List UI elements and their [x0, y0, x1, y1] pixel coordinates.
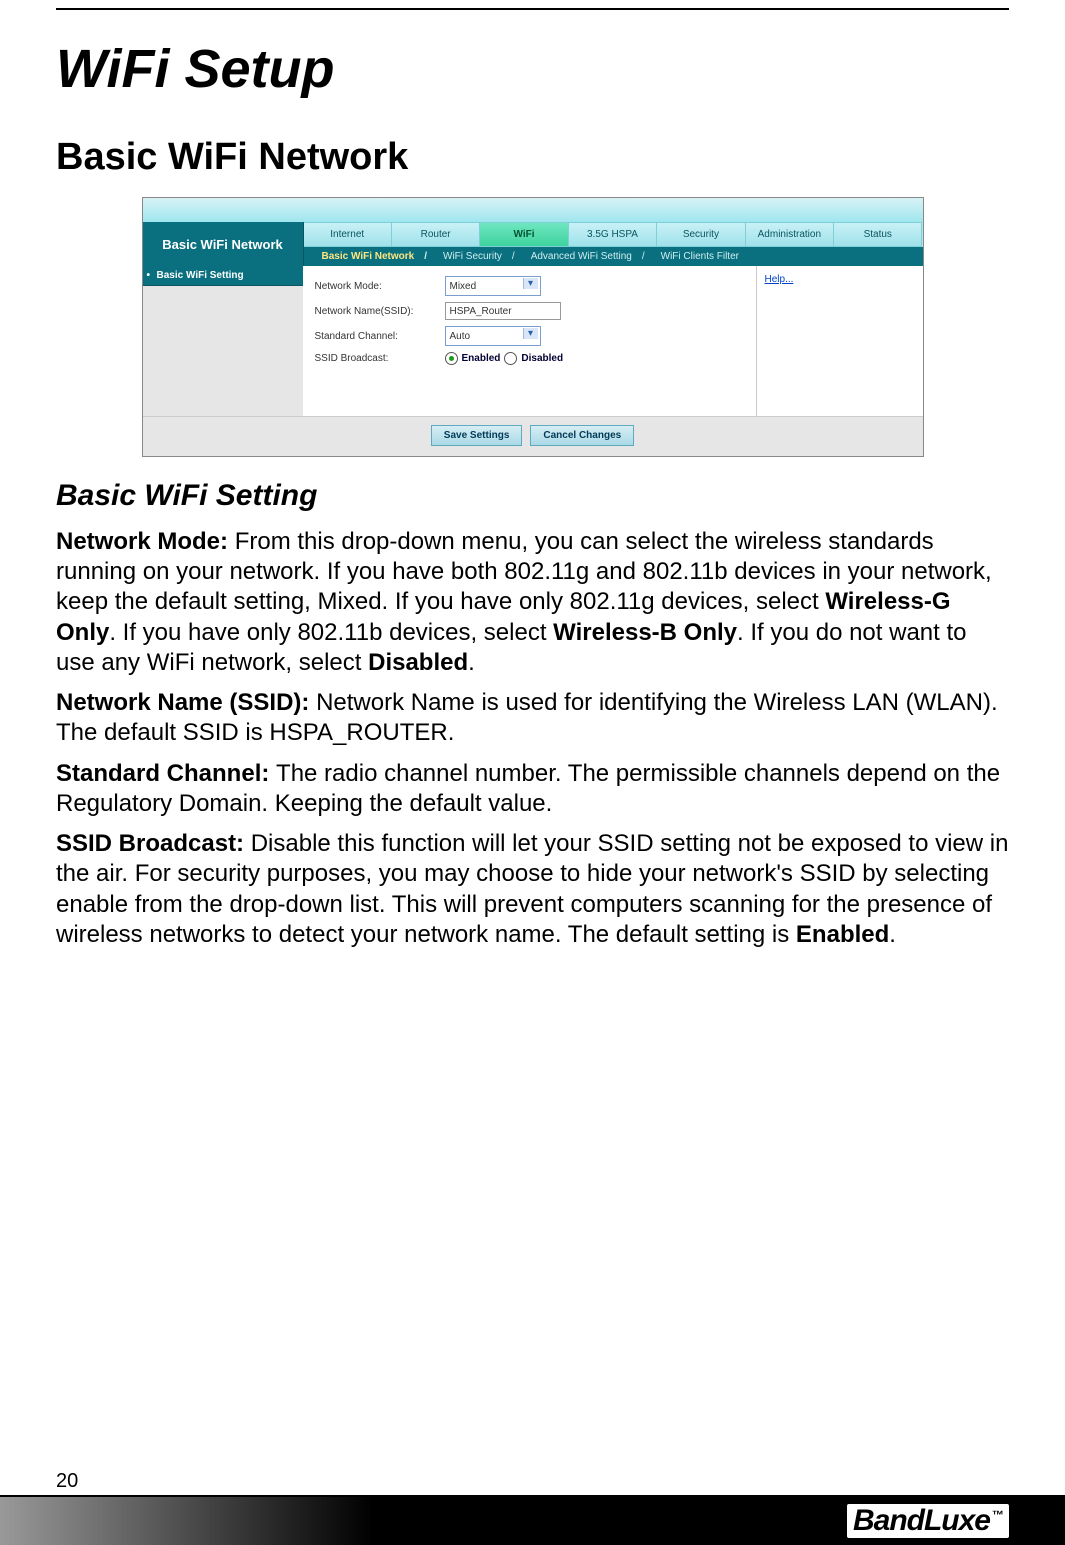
main-tab-row: Internet Router WiFi 3.5G HSPA Security … [304, 222, 923, 247]
lead-network-mode: Network Mode: [56, 528, 235, 555]
brand-tm: ™ [992, 1508, 1003, 1522]
router-header: Basic WiFi Network Internet Router WiFi … [143, 222, 923, 266]
router-footer: Save Settings Cancel Changes [143, 416, 923, 456]
router-sidebar: Basic WiFi Setting [143, 266, 303, 416]
lead-ssid: Network Name (SSID): [56, 689, 316, 716]
subtab-wifi-security[interactable]: WiFi Security [435, 251, 523, 262]
router-body: Basic WiFi Setting Network Mode: Mixed N… [143, 266, 923, 416]
router-form: Network Mode: Mixed Network Name(SSID): … [303, 266, 756, 416]
subtab-wifi-clients-filter[interactable]: WiFi Clients Filter [653, 251, 747, 262]
tab-wifi[interactable]: WiFi [480, 222, 568, 247]
tab-hspa[interactable]: 3.5G HSPA [569, 222, 657, 247]
save-settings-button[interactable]: Save Settings [431, 425, 523, 446]
router-panel-title: Basic WiFi Network [143, 222, 304, 266]
radio-disabled[interactable] [504, 352, 517, 365]
subtab-basic-wifi-network[interactable]: Basic WiFi Network [314, 251, 436, 262]
text-p4b: . [889, 921, 896, 948]
tab-router[interactable]: Router [392, 222, 480, 247]
page-number: 20 [0, 1470, 1065, 1495]
router-tabs-area: Internet Router WiFi 3.5G HSPA Security … [304, 222, 923, 266]
lead-channel: Standard Channel: [56, 760, 276, 787]
bold-enabled: Enabled [796, 921, 889, 948]
sidebar-item-basic-wifi-setting[interactable]: Basic WiFi Setting [143, 266, 303, 286]
cancel-changes-button[interactable]: Cancel Changes [530, 425, 634, 446]
router-top-strip [143, 198, 923, 222]
lead-broadcast: SSID Broadcast: [56, 830, 251, 857]
radio-disabled-label: Disabled [521, 353, 563, 364]
section-title: Basic WiFi Network [56, 136, 1009, 179]
label-ssid-broadcast: SSID Broadcast: [315, 353, 445, 364]
select-network-mode[interactable]: Mixed [445, 276, 541, 296]
tab-administration[interactable]: Administration [746, 222, 834, 247]
subsection-title: Basic WiFi Setting [56, 479, 1009, 513]
radio-group-ssid-broadcast: Enabled Disabled [445, 352, 564, 365]
help-link[interactable]: Help... [765, 274, 794, 285]
brand-text: BandLuxe [853, 1504, 990, 1537]
chapter-title: WiFi Setup [56, 38, 1009, 100]
sub-tab-row: Basic WiFi Network WiFi Security Advance… [304, 247, 923, 266]
tab-internet[interactable]: Internet [304, 222, 392, 247]
input-ssid[interactable]: HSPA_Router [445, 302, 561, 320]
tab-status[interactable]: Status [834, 222, 922, 247]
label-channel: Standard Channel: [315, 331, 445, 342]
radio-enabled[interactable] [445, 352, 458, 365]
select-channel[interactable]: Auto [445, 326, 541, 346]
paragraph-broadcast: SSID Broadcast: Disable this function wi… [56, 829, 1009, 950]
brand-logo: BandLuxe™ [847, 1504, 1009, 1538]
radio-enabled-label: Enabled [462, 353, 501, 364]
router-help-panel: Help... [756, 266, 923, 416]
subtab-advanced-wifi-setting[interactable]: Advanced WiFi Setting [523, 251, 653, 262]
footer-bar: BandLuxe™ [0, 1497, 1065, 1545]
paragraph-ssid: Network Name (SSID): Network Name is use… [56, 688, 1009, 748]
text-p1d: . [468, 649, 475, 676]
page-footer: 20 BandLuxe™ [0, 1470, 1065, 1545]
label-ssid: Network Name(SSID): [315, 306, 445, 317]
label-network-mode: Network Mode: [315, 281, 445, 292]
paragraph-channel: Standard Channel: The radio channel numb… [56, 759, 1009, 819]
bold-disabled: Disabled [368, 649, 468, 676]
router-screenshot: Basic WiFi Network Internet Router WiFi … [142, 197, 924, 457]
text-p1b: . If you have only 802.11b devices, sele… [109, 619, 553, 646]
bold-wireless-b: Wireless-B Only [553, 619, 737, 646]
tab-security[interactable]: Security [657, 222, 745, 247]
paragraph-network-mode: Network Mode: From this drop-down menu, … [56, 527, 1009, 678]
top-rule [56, 8, 1009, 10]
